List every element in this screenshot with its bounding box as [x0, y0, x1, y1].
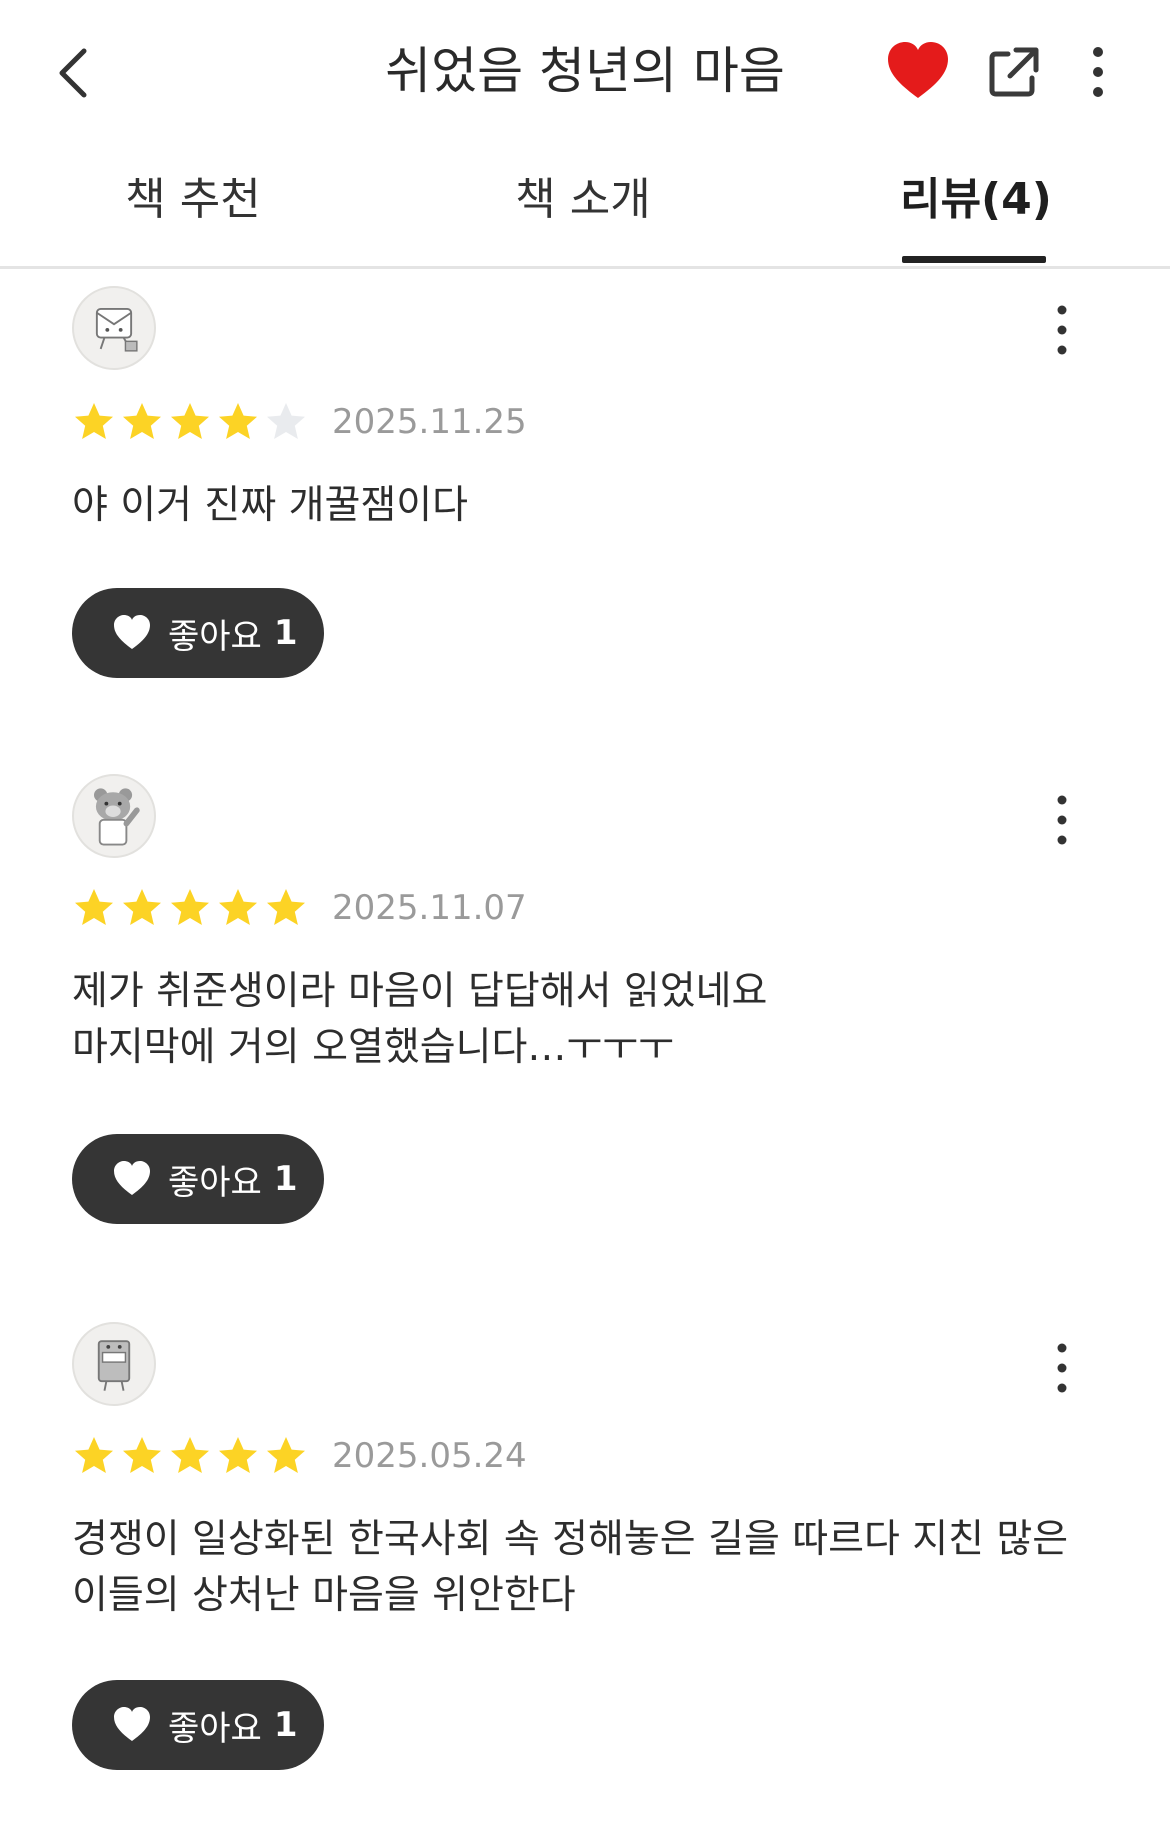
review-text-line: 이들의 상처난 마음을 위안한다	[72, 1573, 576, 1618]
star-filled-icon	[123, 889, 161, 925]
review-text: 제가 취준생이라 마음이 답답해서 읽었네요 마지막에 거의 오열했습니다…ㅜㅜ…	[72, 964, 1072, 1076]
review-more-button[interactable]	[1044, 1340, 1080, 1396]
mailbox-character-icon	[95, 308, 138, 352]
review-date: 2025.05.24	[332, 1436, 527, 1476]
review-text: 야 이거 진짜 개꿀잼이다	[72, 478, 1072, 534]
like-button[interactable]: 좋아요 1	[72, 1680, 324, 1770]
avatar[interactable]	[72, 774, 156, 858]
like-button[interactable]: 좋아요 1	[72, 588, 324, 678]
review-text-line: 마지막에 거의 오열했습니다…ㅜㅜㅜ	[72, 1025, 674, 1070]
star-filled-icon	[219, 403, 257, 439]
review-more-button[interactable]	[1044, 302, 1080, 358]
review-text-line: 제가 취준생이라 마음이 답답해서 읽었네요	[72, 969, 768, 1014]
book-character-icon	[97, 1340, 131, 1391]
tab-bar: 책 추천 책 소개 리뷰(4)	[0, 150, 1170, 269]
more-vertical-icon	[1057, 795, 1067, 845]
tab-reviews[interactable]: 리뷰(4)	[876, 160, 1076, 240]
bear-character-icon	[94, 788, 140, 846]
star-filled-icon	[219, 1437, 257, 1473]
star-filled-icon	[171, 1437, 209, 1473]
more-options-button[interactable]	[1080, 44, 1116, 100]
star-filled-icon	[171, 403, 209, 439]
more-vertical-icon	[1093, 47, 1103, 97]
tab-book-recommend[interactable]: 책 추천	[98, 160, 288, 240]
like-label: 좋아요	[168, 1162, 262, 1203]
avatar[interactable]	[72, 1322, 156, 1406]
review-text: 경쟁이 일상화된 한국사회 속 정해놓은 길을 따르다 지친 많은 이들의 상처…	[72, 1512, 1072, 1624]
like-label: 좋아요	[168, 1708, 262, 1749]
like-button[interactable]: 좋아요 1	[72, 1134, 324, 1224]
more-vertical-icon	[1057, 305, 1067, 355]
heart-icon	[114, 1161, 150, 1195]
star-filled-icon	[75, 1437, 113, 1473]
star-rating	[72, 886, 308, 930]
star-filled-icon	[267, 1437, 305, 1473]
review-text-line: 야 이거 진짜 개꿀잼이다	[72, 483, 468, 528]
tab-book-intro[interactable]: 책 소개	[488, 160, 678, 240]
star-rating	[72, 400, 308, 444]
avatar[interactable]	[72, 286, 156, 370]
heart-filled-icon	[888, 42, 948, 98]
review-date: 2025.11.25	[332, 402, 527, 442]
star-filled-icon	[267, 889, 305, 925]
star-empty-icon	[267, 403, 305, 439]
more-vertical-icon	[1057, 1343, 1067, 1393]
review-date: 2025.11.07	[332, 888, 527, 928]
star-filled-icon	[171, 889, 209, 925]
active-tab-indicator	[902, 256, 1046, 263]
like-label: 좋아요	[168, 616, 262, 657]
heart-icon	[114, 1707, 150, 1741]
top-app-bar: 쉬었음 청년의 마음	[0, 0, 1170, 140]
star-filled-icon	[75, 403, 113, 439]
like-count: 1	[273, 1159, 298, 1199]
review-text-line: 경쟁이 일상화된 한국사회 속 정해놓은 길을 따르다 지친 많은	[72, 1517, 1069, 1562]
back-button[interactable]	[42, 38, 102, 108]
star-filled-icon	[123, 1437, 161, 1473]
star-filled-icon	[219, 889, 257, 925]
like-count: 1	[273, 1705, 298, 1745]
like-count: 1	[273, 613, 298, 653]
share-button[interactable]	[986, 44, 1042, 100]
favorite-button[interactable]	[885, 40, 951, 102]
heart-icon	[114, 615, 150, 649]
page-title: 쉬었음 청년의 마음	[385, 42, 785, 100]
chevron-left-icon	[59, 48, 87, 98]
star-filled-icon	[123, 403, 161, 439]
star-filled-icon	[75, 889, 113, 925]
share-icon	[989, 47, 1039, 97]
star-rating	[72, 1434, 308, 1478]
review-more-button[interactable]	[1044, 792, 1080, 848]
